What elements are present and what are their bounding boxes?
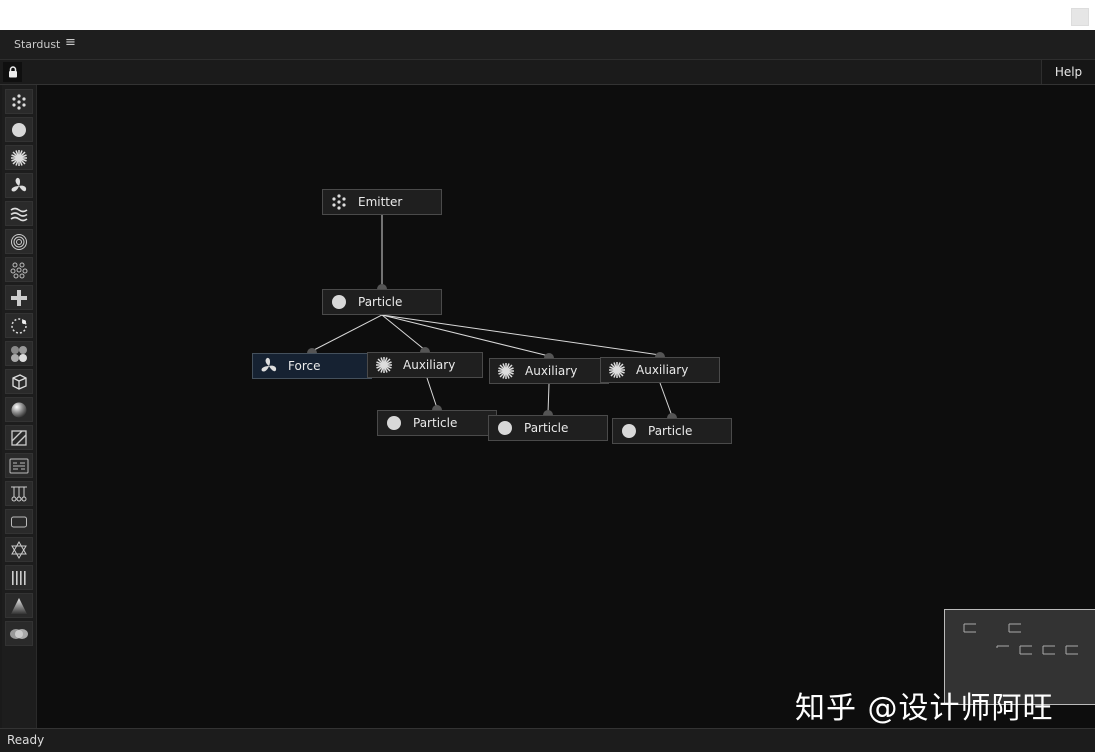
graph-node-particle3[interactable]: Particle xyxy=(488,415,608,441)
lock-button[interactable] xyxy=(3,62,22,82)
waves-icon xyxy=(10,206,28,222)
window-top-strip xyxy=(0,0,1095,30)
tool-shape-button[interactable] xyxy=(5,509,33,534)
burst-icon xyxy=(497,362,515,380)
panel-header: Stardust ≡ xyxy=(0,30,1095,60)
tool-sidebar xyxy=(2,85,37,728)
light-cone-icon xyxy=(10,597,28,615)
tool-lines-button[interactable] xyxy=(5,565,33,590)
circle-icon xyxy=(496,419,514,437)
fan-icon xyxy=(260,357,278,375)
fan-icon xyxy=(10,177,28,195)
cluster-icon xyxy=(10,261,28,279)
tool-turbulence-button[interactable] xyxy=(5,201,33,226)
tool-model-button[interactable] xyxy=(5,369,33,394)
link-layer xyxy=(311,215,673,417)
tool-circle-path-button[interactable] xyxy=(5,313,33,338)
node-graph-canvas[interactable]: Emitter Particle Force Auxiliary Auxiliary Au… xyxy=(37,85,1095,728)
graph-node-aux2[interactable]: Auxiliary xyxy=(489,358,609,384)
tool-particle-button[interactable] xyxy=(5,117,33,142)
tool-auxiliary-button[interactable] xyxy=(5,145,33,170)
atom-icon xyxy=(10,540,28,559)
graph-node-force[interactable]: Force xyxy=(252,353,372,379)
plus-icon xyxy=(10,289,28,307)
graph-link xyxy=(547,383,550,414)
circle-icon xyxy=(385,414,403,432)
graph-node-aux1[interactable]: Auxiliary xyxy=(367,352,483,378)
tool-emitter-button[interactable] xyxy=(5,89,33,114)
graph-link xyxy=(659,382,673,417)
graph-node-particle4[interactable]: Particle xyxy=(612,418,732,444)
cube-icon xyxy=(10,373,28,391)
graph-node-emitter[interactable]: Emitter xyxy=(322,189,442,215)
burst-icon xyxy=(608,361,626,379)
node-label: Particle xyxy=(648,424,693,438)
dashed-circle-icon xyxy=(10,317,28,335)
graph-link xyxy=(426,377,438,409)
hatched-square-icon xyxy=(10,429,28,447)
sphere-icon xyxy=(10,401,28,419)
status-bar: Ready xyxy=(0,728,1095,752)
rings-icon xyxy=(10,233,28,251)
blob-icon xyxy=(9,627,29,641)
circle-icon xyxy=(11,122,27,138)
pendulum-icon xyxy=(10,485,28,503)
window-control-button[interactable] xyxy=(1071,8,1089,26)
tool-colors-button[interactable] xyxy=(5,341,33,366)
tool-add-button[interactable] xyxy=(5,285,33,310)
node-label: Particle xyxy=(358,295,403,309)
stardust-window: Stardust ≡ Help Emitter Particle Force Auxi… xyxy=(0,30,1095,752)
text-grid-icon xyxy=(9,458,29,474)
four-circles-icon xyxy=(10,345,28,363)
tool-atom-button[interactable] xyxy=(5,537,33,562)
graph-link xyxy=(311,314,383,352)
top-toolbar: Help xyxy=(0,60,1095,85)
tool-vortex-button[interactable] xyxy=(5,229,33,254)
emitter-dots-icon xyxy=(11,93,27,110)
node-label: Auxiliary xyxy=(525,364,578,378)
burst-icon xyxy=(375,356,393,374)
node-label: Force xyxy=(288,359,321,373)
emitter-dots-icon xyxy=(330,193,348,211)
node-label: Auxiliary xyxy=(636,363,689,377)
bars-icon xyxy=(10,569,28,587)
burst-icon xyxy=(10,149,28,167)
status-text: Ready xyxy=(7,733,45,747)
tool-light-button[interactable] xyxy=(5,593,33,618)
circle-icon xyxy=(620,422,638,440)
rounded-rect-icon xyxy=(10,515,28,529)
graph-node-aux3[interactable]: Auxiliary xyxy=(600,357,720,383)
graph-node-particle2[interactable]: Particle xyxy=(377,410,497,436)
tool-sphere-button[interactable] xyxy=(5,397,33,422)
tool-group-button[interactable] xyxy=(5,257,33,282)
node-label: Particle xyxy=(413,416,458,430)
panel-title: Stardust xyxy=(14,38,61,51)
lock-icon xyxy=(8,66,17,78)
node-label: Particle xyxy=(524,421,569,435)
tool-mask-button[interactable] xyxy=(5,425,33,450)
tool-merge-button[interactable] xyxy=(5,621,33,646)
hamburger-icon[interactable]: ≡ xyxy=(65,35,76,50)
graph-node-particle1[interactable]: Particle xyxy=(322,289,442,315)
node-label: Auxiliary xyxy=(403,358,456,372)
watermark: 知乎 @设计师阿旺 xyxy=(795,691,1054,726)
circle-icon xyxy=(330,293,348,311)
tool-text-button[interactable] xyxy=(5,453,33,478)
help-button[interactable]: Help xyxy=(1041,60,1095,84)
node-label: Emitter xyxy=(358,195,403,209)
tool-spring-button[interactable] xyxy=(5,481,33,506)
tool-force-button[interactable] xyxy=(5,173,33,198)
